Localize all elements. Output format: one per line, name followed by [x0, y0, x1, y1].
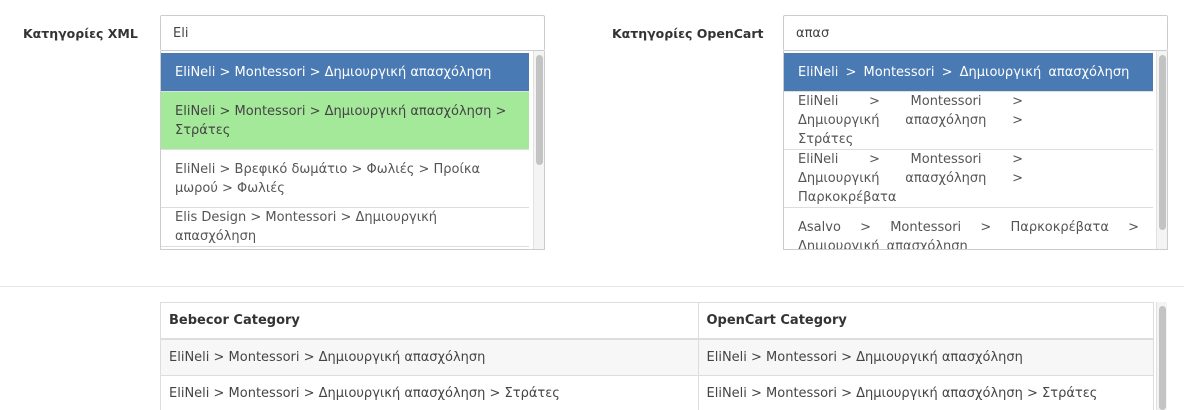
- mapping-table: Bebecor Category OpenCart Category EliNe…: [160, 302, 1154, 410]
- xml-categories-dropdown[interactable]: EliNeli > Montessori > Δημιουργική απασχ…: [160, 51, 545, 250]
- table-row[interactable]: EliNeli > Montessori > Δημιουργική απασχ…: [161, 339, 1153, 376]
- bebecor-category-cell: EliNeli > Montessori > Δημιουργική απασχ…: [161, 339, 699, 376]
- xml-dropdown-scroll-thumb[interactable]: [536, 55, 543, 165]
- opencart-option-4[interactable]: Asalvo > Montessori > Παρκοκρέβατα > Δημ…: [784, 208, 1153, 249]
- opencart-dropdown-scroll-thumb[interactable]: [1159, 55, 1166, 230]
- xml-categories-input[interactable]: [160, 15, 545, 51]
- table-scrollbar[interactable]: [1156, 302, 1167, 410]
- opencart-dropdown-scrollbar[interactable]: [1156, 51, 1167, 249]
- section-divider: [0, 286, 1184, 287]
- xml-option-3[interactable]: EliNeli > Βρεφικό δωμάτιο > Φωλιές > Προ…: [161, 150, 529, 208]
- table-scroll-thumb[interactable]: [1159, 306, 1166, 410]
- table-header-row: Bebecor Category OpenCart Category: [161, 303, 1153, 340]
- column-header-opencart[interactable]: OpenCart Category: [698, 303, 1153, 340]
- bebecor-category-cell: EliNeli > Montessori > Δημιουργική απασχ…: [161, 375, 699, 410]
- opencart-category-cell: EliNeli > Montessori > Δημιουργική απασχ…: [698, 375, 1153, 410]
- opencart-option-1[interactable]: EliNeli > Montessori > Δημιουργική απασχ…: [784, 53, 1153, 92]
- opencart-categories-input[interactable]: [783, 15, 1168, 51]
- xml-categories-label: Κατηγορίες XML: [23, 26, 138, 41]
- xml-option-2[interactable]: EliNeli > Montessori > Δημιουργική απασχ…: [161, 92, 529, 150]
- opencart-option-2[interactable]: EliNeli > Montessori > Δημιουργική απασχ…: [784, 92, 1153, 150]
- opencart-categories-dropdown[interactable]: EliNeli > Montessori > Δημιουργική απασχ…: [783, 51, 1168, 250]
- opencart-option-3[interactable]: EliNeli > Montessori > Δημιουργική απασχ…: [784, 150, 1153, 208]
- column-header-bebecor[interactable]: Bebecor Category: [161, 303, 699, 340]
- opencart-category-cell: EliNeli > Montessori > Δημιουργική απασχ…: [698, 339, 1153, 376]
- table-row[interactable]: EliNeli > Montessori > Δημιουργική απασχ…: [161, 375, 1153, 410]
- xml-option-1[interactable]: EliNeli > Montessori > Δημιουργική απασχ…: [161, 53, 529, 92]
- xml-dropdown-scrollbar[interactable]: [533, 51, 544, 249]
- opencart-categories-label: Κατηγορίες OpenCart: [612, 26, 764, 41]
- xml-option-4[interactable]: Elis Design > Montessori > Δημιουργική α…: [161, 208, 529, 247]
